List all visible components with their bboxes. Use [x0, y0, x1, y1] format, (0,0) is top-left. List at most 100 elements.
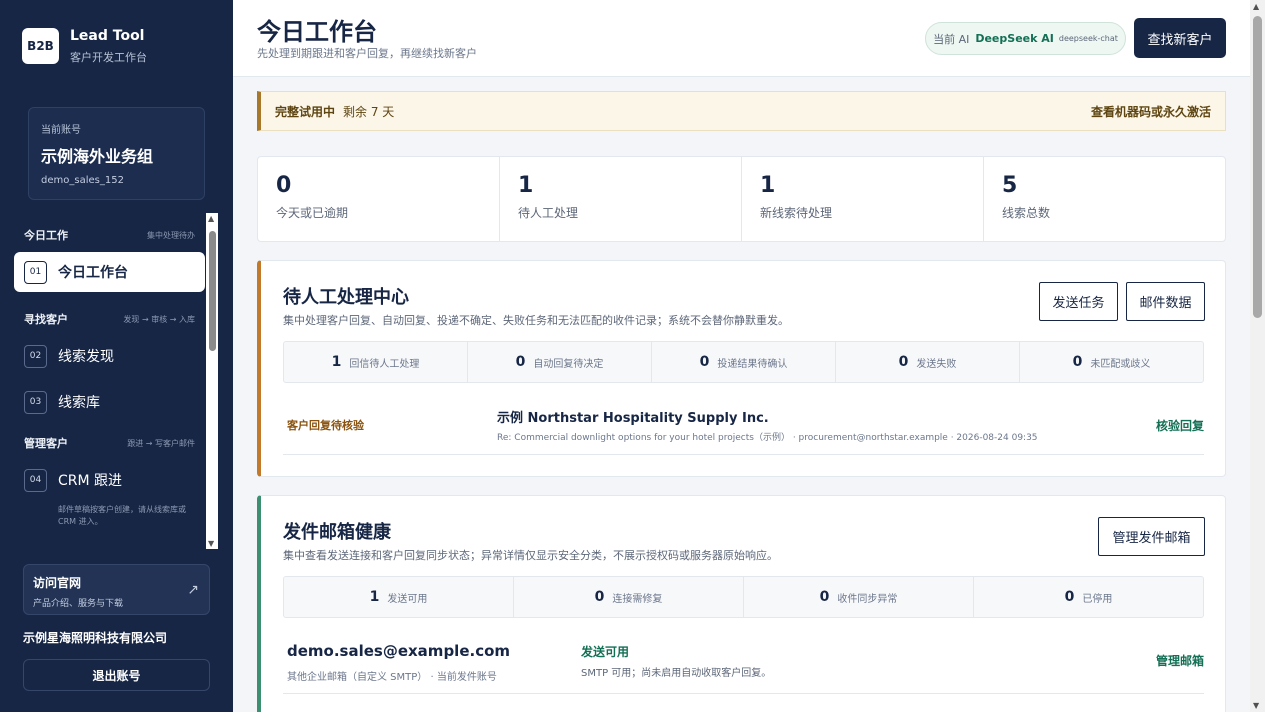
stat-overdue[interactable]: 0 今天或已逾期	[258, 157, 500, 241]
send-tasks-button[interactable]: 发送任务	[1039, 282, 1118, 321]
mini-label: 收件同步异常	[837, 593, 898, 605]
nav-number: 04	[24, 468, 47, 492]
mini-value: 0	[594, 589, 605, 605]
stat-label: 待人工处理	[518, 206, 579, 220]
mini-label: 未匹配或歧义	[1090, 358, 1151, 370]
manage-mailbox-link[interactable]: 管理邮箱	[1156, 652, 1204, 669]
sidebar-nav: 今日工作 集中处理待办 01 今日工作台 寻找客户 发现 → 审核 → 入库 0…	[14, 212, 205, 548]
list-item: 客户回复待核验 示例 Northstar Hospitality Supply …	[283, 397, 1204, 455]
nav-note: 邮件草稿按客户创建，请从线索库或 CRM 进入。	[58, 505, 186, 526]
verify-reply-link[interactable]: 核验回复	[1156, 417, 1204, 434]
visit-website-button[interactable]: 访问官网 产品介绍、服务与下载 ↗	[23, 564, 210, 615]
scroll-up-icon[interactable]: ▲	[1253, 2, 1259, 11]
account-card: 当前账号 示例海外业务组 demo_sales_152	[28, 107, 205, 200]
ai-model-badge[interactable]: 当前 AI DeepSeek AI deepseek-chat	[925, 22, 1126, 55]
mail-data-button[interactable]: 邮件数据	[1126, 282, 1205, 321]
page-title: 今日工作台	[257, 18, 377, 46]
brand-logo: B2B	[22, 28, 59, 64]
sidebar: B2B Lead Tool 客户开发工作台 当前账号 示例海外业务组 demo_…	[0, 0, 233, 712]
stat-new-leads[interactable]: 1 新线索待处理	[742, 157, 984, 241]
nav-number: 02	[24, 344, 47, 368]
sidebar-item-lead-library[interactable]: 03 线索库	[14, 382, 205, 422]
brand-name: Lead Tool	[70, 28, 145, 44]
list-item: demo.sales@example.com 其他企业邮箱（自定义 SMTP） …	[283, 628, 1204, 694]
sidebar-item-crm[interactable]: 04 CRM 跟进	[14, 460, 205, 500]
logout-button[interactable]: 退出账号	[23, 659, 210, 691]
mini-stat[interactable]: 0 收件同步异常	[744, 577, 974, 617]
nav-label: 线索发现	[58, 349, 114, 365]
external-arrow-icon: ↗	[187, 582, 199, 598]
ai-name: DeepSeek AI	[975, 32, 1054, 45]
scroll-down-icon[interactable]: ▼	[1253, 701, 1259, 710]
ai-prefix: 当前 AI	[933, 32, 970, 46]
nav-group-hint: 跟进 → 写客户邮件	[127, 438, 195, 448]
mini-stat[interactable]: 0 发送失败	[836, 342, 1020, 382]
trial-days: 剩余 7 天	[343, 104, 395, 119]
mini-stat[interactable]: 1 发送可用	[284, 577, 514, 617]
card-subtitle: 集中查看发送连接和客户回复同步状态；异常详情仅显示安全分类，不展示授权码或服务器…	[283, 549, 778, 562]
mini-label: 已停用	[1082, 593, 1113, 605]
nav-group-find: 寻找客户 发现 → 审核 → 入库	[14, 308, 205, 330]
nav-group-title: 寻找客户	[24, 313, 68, 326]
stat-manual[interactable]: 1 待人工处理	[500, 157, 742, 241]
mini-value: 0	[819, 589, 830, 605]
main-content: 今日工作台 先处理到期跟进和客户回复，再继续找新客户 当前 AI DeepSee…	[233, 0, 1250, 712]
nav-number: 01	[24, 260, 47, 284]
mailbox-status-detail: SMTP 可用；尚未启用自动收取客户回复。	[581, 668, 772, 679]
trial-title: 完整试用中	[275, 104, 336, 119]
scroll-down-icon[interactable]: ▼	[208, 539, 214, 548]
nav-group-title: 今日工作	[24, 229, 68, 242]
nav-label: 线索库	[58, 395, 100, 411]
mini-value: 0	[699, 354, 710, 370]
page-subtitle: 先处理到期跟进和客户回复，再继续找新客户	[257, 47, 477, 60]
mini-value: 0	[1064, 589, 1075, 605]
mini-value: 0	[898, 354, 909, 370]
visit-subtitle: 产品介绍、服务与下载	[33, 599, 124, 609]
sidebar-item-workbench[interactable]: 01 今日工作台	[14, 252, 205, 292]
nav-number: 03	[24, 390, 47, 414]
mini-label: 发送可用	[387, 593, 428, 605]
mini-stat[interactable]: 0 未匹配或歧义	[1020, 342, 1203, 382]
account-name: 示例海外业务组	[41, 147, 154, 166]
brand-subtitle: 客户开发工作台	[70, 51, 147, 64]
mini-value: 1	[369, 589, 380, 605]
mini-stat[interactable]: 1 回信待人工处理	[284, 342, 468, 382]
activate-link[interactable]: 查看机器码或永久激活	[1091, 103, 1211, 120]
sidebar-scrollbar[interactable]: ▲ ▼	[206, 213, 218, 549]
mini-label: 回信待人工处理	[349, 358, 420, 370]
mini-stat[interactable]: 0 已停用	[974, 577, 1203, 617]
reply-meta: Re: Commercial downlight options for you…	[497, 433, 1038, 443]
ai-model: deepseek-chat	[1058, 34, 1118, 43]
stat-value: 5	[1002, 173, 1018, 198]
mini-value: 1	[331, 354, 342, 370]
mini-label: 发送失败	[916, 358, 957, 370]
sidebar-item-lead-discovery[interactable]: 02 线索发现	[14, 336, 205, 376]
nav-label: CRM 跟进	[58, 473, 123, 489]
mailbox-health-card: 发件邮箱健康 集中查看发送连接和客户回复同步状态；异常详情仅显示安全分类，不展示…	[257, 495, 1226, 712]
scroll-up-icon[interactable]: ▲	[208, 214, 214, 223]
mini-stat[interactable]: 0 自动回复待决定	[468, 342, 652, 382]
nav-group-hint: 集中处理待办	[147, 230, 195, 240]
page-scroll-thumb[interactable]	[1253, 16, 1262, 318]
stat-total-leads[interactable]: 5 线索总数	[984, 157, 1225, 241]
mini-label: 投递结果待确认	[717, 358, 788, 370]
mini-stat[interactable]: 0 投递结果待确认	[652, 342, 836, 382]
summary-stats: 0 今天或已逾期 1 待人工处理 1 新线索待处理 5 线索总数	[257, 156, 1226, 242]
page-scrollbar[interactable]: ▲ ▼	[1250, 0, 1265, 712]
mini-label: 自动回复待决定	[533, 358, 604, 370]
status-badge: 发送可用	[581, 645, 630, 659]
stat-value: 1	[760, 173, 776, 198]
company-name: 示例星海照明科技有限公司	[23, 631, 168, 645]
mini-stat[interactable]: 0 连接需修复	[514, 577, 744, 617]
find-customers-button[interactable]: 查找新客户	[1134, 18, 1226, 58]
account-id: demo_sales_152	[41, 175, 124, 186]
mini-value: 0	[515, 354, 526, 370]
sidebar-scroll-thumb[interactable]	[209, 231, 216, 351]
mailbox-meta: 其他企业邮箱（自定义 SMTP） · 当前发件账号	[287, 672, 497, 683]
account-label: 当前账号	[41, 125, 81, 136]
nav-group-title: 管理客户	[24, 437, 68, 450]
header: 今日工作台 先处理到期跟进和客户回复，再继续找新客户 当前 AI DeepSee…	[233, 0, 1250, 77]
manage-mailbox-button[interactable]: 管理发件邮箱	[1098, 517, 1205, 556]
nav-group-today: 今日工作 集中处理待办	[14, 224, 205, 246]
card-subtitle: 集中处理客户回复、自动回复、投递不确定、失败任务和无法匹配的收件记录；系统不会替…	[283, 314, 789, 327]
